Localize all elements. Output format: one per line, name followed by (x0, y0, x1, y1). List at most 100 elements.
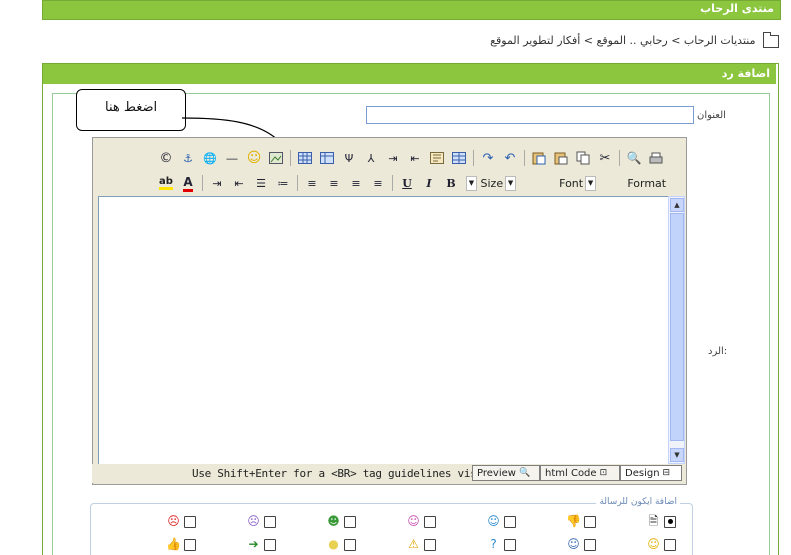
insert-row-icon[interactable]: Ψ (340, 149, 358, 167)
split-cells-icon[interactable]: ⇤ (406, 149, 424, 167)
font-color-icon[interactable]: A (179, 174, 197, 192)
merge-cells-icon[interactable]: ⇥ (384, 149, 402, 167)
warning-icon: ⚠ (408, 537, 419, 551)
icon-radio[interactable] (344, 515, 356, 528)
bold-icon[interactable]: B (442, 174, 460, 192)
cool-icon: ☺ (567, 537, 580, 551)
design-tab[interactable]: Design ⊟ (620, 465, 682, 481)
forum-header: منتدى الرحاب (42, 0, 781, 20)
icon-radio[interactable] (504, 538, 516, 551)
message-icon-picker: اضافة ايكون للرسالة ☹ ☹ ☻ ☺ ☺ 👎 🗎 👍 ➔ ● … (90, 497, 693, 555)
print-icon[interactable] (647, 149, 665, 167)
toolbar-separator (473, 150, 474, 166)
editor-hint: Use Shift+Enter for a <BR> tag guideline… (192, 467, 502, 480)
magnifier-icon: 🔍 (518, 468, 531, 478)
scroll-down-icon[interactable]: ▼ (670, 448, 684, 462)
icon-option-angry[interactable]: ☹ (165, 514, 198, 529)
size-dropdown[interactable]: ▼ Size ▼ (462, 175, 518, 191)
table-props-icon[interactable] (318, 149, 336, 167)
left-margin (0, 0, 42, 554)
breadcrumb-text[interactable]: منتديات الرحاب > رحابي .. الموقع > أفكار… (490, 34, 755, 47)
italic-icon[interactable]: I (420, 174, 438, 192)
cut-icon[interactable]: ✂ (596, 149, 614, 167)
icon-radio[interactable] (504, 515, 516, 528)
icon-radio[interactable] (424, 515, 436, 528)
web-link-icon[interactable]: 🌐 (201, 149, 219, 167)
icon-radio[interactable] (584, 538, 596, 551)
question-icon: ? (490, 537, 497, 551)
paste-word-icon[interactable] (530, 149, 548, 167)
reply-panel-header: اضافة رد (43, 64, 776, 84)
icon-radio-selected[interactable] (664, 515, 676, 528)
icon-option-thumbs-up[interactable]: 👍 (165, 537, 198, 552)
delete-col-icon[interactable] (428, 149, 446, 167)
outdent-icon[interactable]: ⇤ (230, 174, 248, 192)
paste-icon[interactable] (552, 149, 570, 167)
icon-radio[interactable] (184, 515, 196, 528)
horizontal-rule-icon[interactable]: ― (223, 149, 241, 167)
icon-option-lightbulb[interactable]: ● (325, 537, 358, 552)
copyright-icon[interactable]: © (157, 149, 175, 167)
numbered-list-icon[interactable]: ≔ (274, 174, 292, 192)
justify-full-icon[interactable]: ≡ (303, 174, 321, 192)
justify-left-icon[interactable]: ≡ (369, 174, 387, 192)
find-icon[interactable]: 🔍 (625, 149, 643, 167)
arrow-right-icon: ➔ (248, 537, 259, 551)
reply-label: الرد: (708, 346, 728, 357)
icon-option-thumbs-down[interactable]: 👎 (565, 514, 598, 529)
icon-radio[interactable] (264, 515, 276, 528)
justify-center-icon[interactable]: ≡ (347, 174, 365, 192)
toolbar-row-1: © ⚓ 🌐 ― ☺ Ψ ⅄ ⇥ ⇤ ↷ ↶ ✂ 🔍 (155, 148, 667, 168)
undo-icon[interactable]: ↶ (501, 149, 519, 167)
thumbs-down-icon: 👎 (566, 514, 581, 528)
anchor-icon[interactable]: ⚓ (179, 149, 197, 167)
preview-label: Preview (477, 467, 516, 479)
icon-radio[interactable] (424, 538, 436, 551)
icon-radio[interactable] (184, 538, 196, 551)
font-dropdown[interactable]: Font ▼ (518, 175, 598, 191)
icon-option-question[interactable]: ? (485, 537, 518, 552)
icon-radio[interactable] (584, 515, 596, 528)
icon-radio[interactable] (264, 538, 276, 551)
smile-icon: ☺ (487, 514, 500, 528)
title-input[interactable] (366, 106, 694, 124)
icon-radio[interactable] (664, 538, 676, 551)
editor-content-area[interactable] (98, 196, 670, 466)
icon-option-smile[interactable]: ☺ (485, 514, 518, 529)
editor-scrollbar[interactable]: ▲ ▼ (668, 196, 685, 464)
bullet-list-icon[interactable]: ☰ (252, 174, 270, 192)
redo-icon[interactable]: ↷ (479, 149, 497, 167)
icon-option-wink[interactable]: ☺ (405, 514, 438, 529)
delete-row-icon[interactable] (450, 149, 468, 167)
design-label: Design (625, 467, 660, 479)
underline-icon[interactable]: U (398, 174, 416, 192)
icon-option-warning[interactable]: ⚠ (405, 537, 438, 552)
design-icon: ⊟ (662, 468, 671, 478)
icon-radio[interactable] (344, 538, 356, 551)
title-label: العنوان (697, 110, 726, 121)
folder-icon (763, 31, 779, 48)
image-icon[interactable] (267, 149, 285, 167)
scroll-up-icon[interactable]: ▲ (670, 198, 684, 212)
table-icon[interactable] (296, 149, 314, 167)
smiley-icon[interactable]: ☺ (245, 149, 263, 167)
toolbar-separator (392, 175, 393, 191)
icon-option-cool[interactable]: ☺ (565, 537, 598, 552)
insert-col-icon[interactable]: ⅄ (362, 149, 380, 167)
toolbar-separator (297, 175, 298, 191)
format-label: Format (627, 176, 667, 190)
justify-right-icon[interactable]: ≡ (325, 174, 343, 192)
icon-option-happy[interactable]: ☺ (645, 537, 678, 552)
indent-icon[interactable]: ⇥ (208, 174, 226, 192)
copy-icon[interactable] (574, 149, 592, 167)
scroll-thumb[interactable] (670, 213, 684, 441)
html-code-tab[interactable]: html Code ⊡ (540, 465, 620, 481)
preview-tab[interactable]: Preview 🔍 (472, 465, 540, 481)
icon-option-arrow[interactable]: ➔ (245, 537, 278, 552)
icon-option-angry-purple[interactable]: ☹ (245, 514, 278, 529)
icon-option-grin[interactable]: ☻ (325, 514, 358, 529)
code-icon: ⊡ (599, 468, 608, 478)
format-dropdown[interactable]: Format (598, 175, 668, 191)
icon-option-document[interactable]: 🗎 (645, 514, 678, 529)
highlight-color-icon[interactable]: ab (157, 174, 175, 192)
